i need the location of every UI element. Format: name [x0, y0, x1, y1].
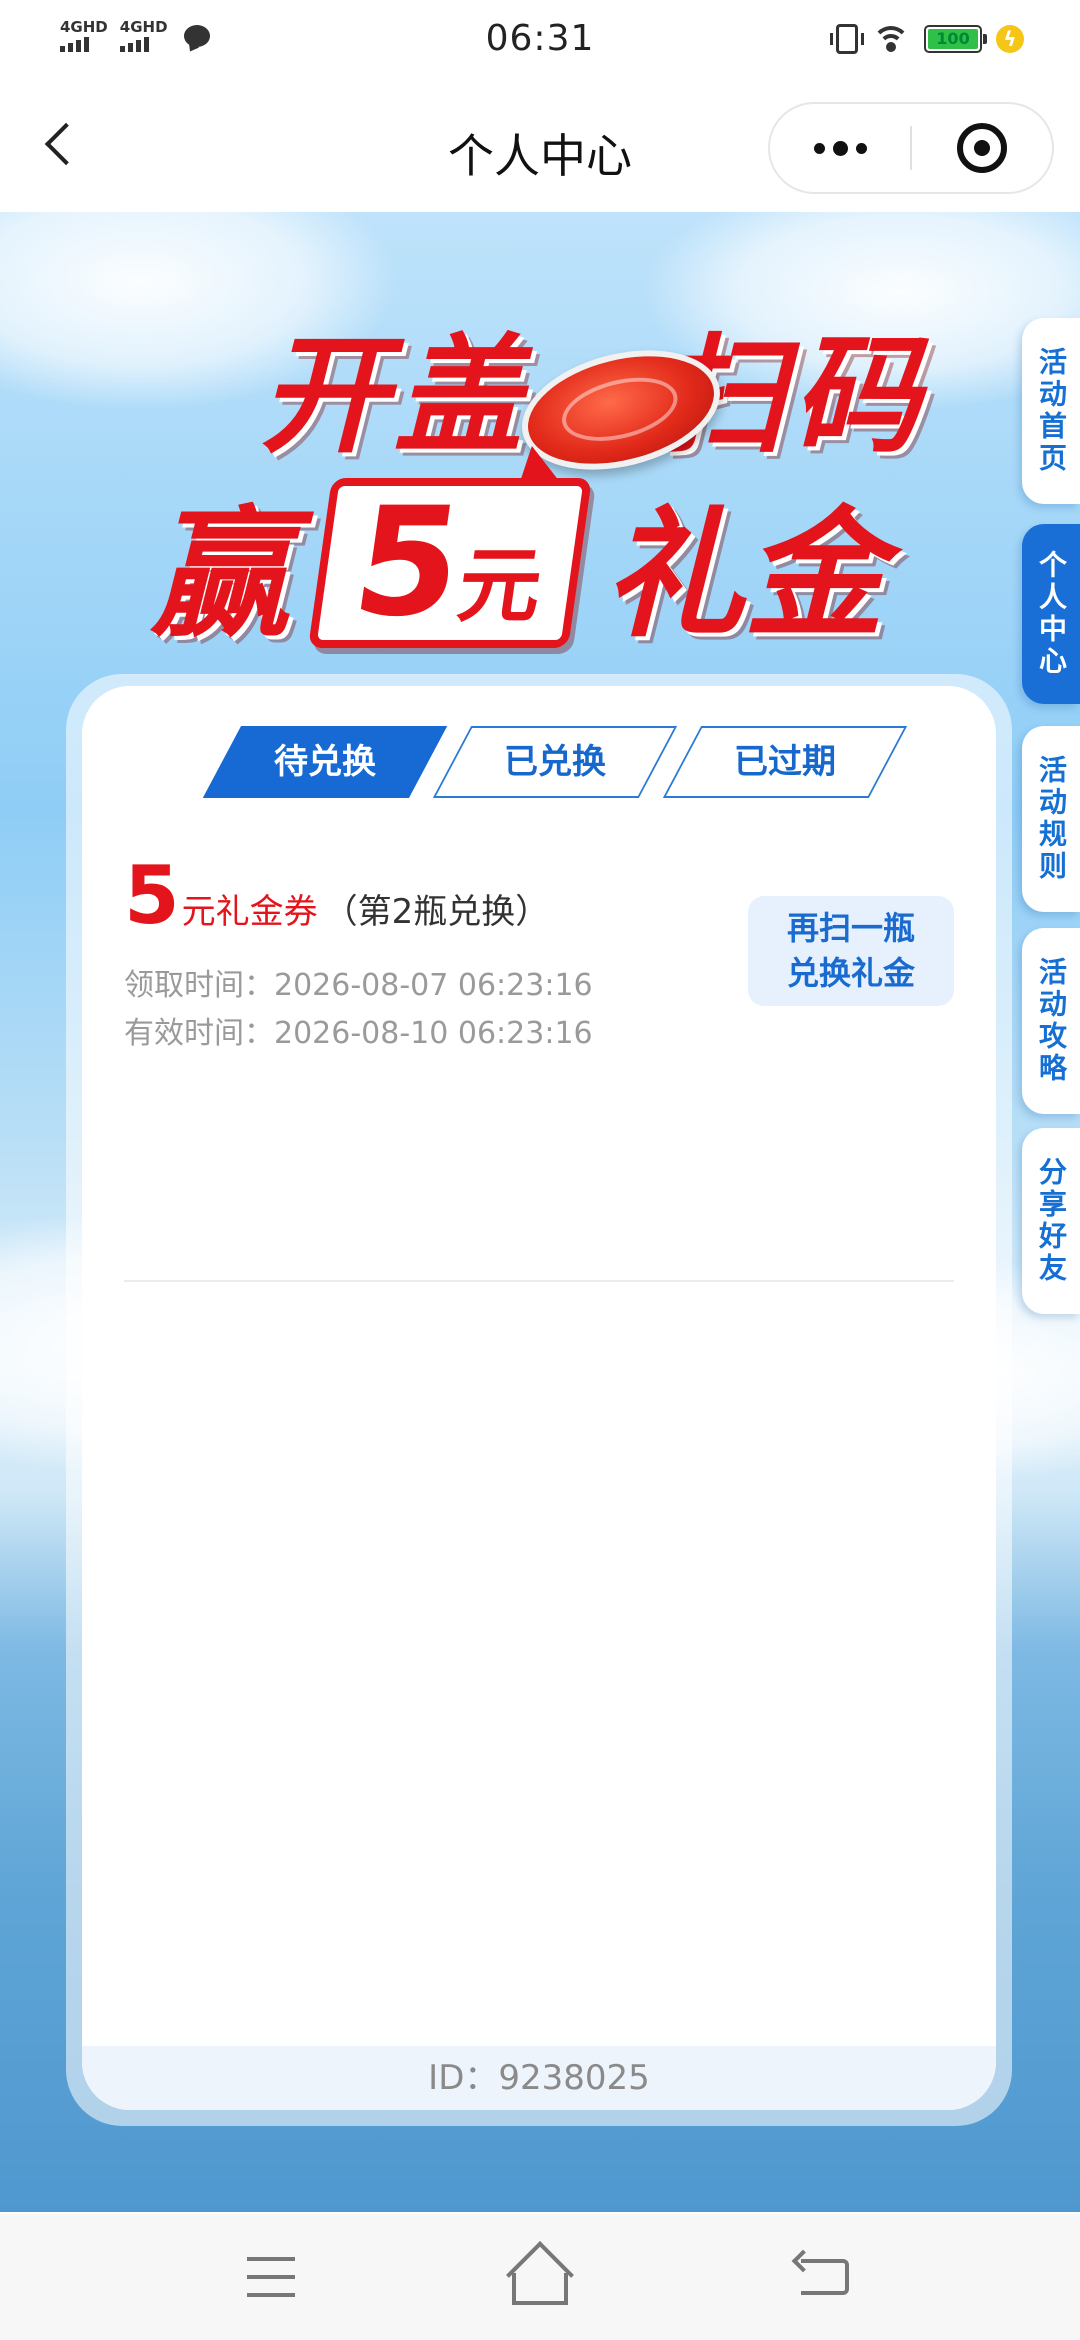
menu-icon[interactable] — [236, 2244, 306, 2310]
side-tab-activity-rules[interactable]: 活动规则 — [1022, 726, 1080, 912]
receive-time-value: 2026-08-07 06:23:16 — [274, 968, 593, 1003]
coupon-divider — [124, 1280, 954, 1282]
coupon-card: 待兑换 已兑换 已过期 5 元礼金券 （第2瓶兑换） 领取时间：2026-08-… — [82, 686, 996, 2110]
coupon-status-tabs: 待兑换 已兑换 已过期 — [82, 726, 996, 806]
coupon-valid-time: 有效时间：2026-08-10 06:23:16 — [124, 1008, 593, 1052]
more-button[interactable] — [770, 104, 910, 192]
side-tab-label: 活动攻略 — [1035, 957, 1068, 1085]
more-dots-icon — [832, 140, 848, 156]
more-dots-icon — [855, 142, 867, 154]
side-tab-activity-guide[interactable]: 活动攻略 — [1022, 928, 1080, 1114]
tab-redeemed-label: 已兑换 — [504, 742, 606, 782]
banner-text-open-cap: 开盖 — [260, 322, 529, 471]
coupon-unit: 元礼金券 — [181, 892, 318, 932]
battery-icon: 100 — [924, 25, 987, 53]
banner-subline: 赢 5 元 礼金 — [150, 462, 884, 664]
side-tab-label: 分享好友 — [1035, 1157, 1068, 1285]
target-close-icon — [956, 123, 1007, 173]
side-tab-label: 活动规则 — [1035, 755, 1068, 883]
coupon-title: 5 元礼金券 （第2瓶兑换） — [124, 856, 549, 936]
coupon-receive-time: 领取时间：2026-08-07 06:23:16 — [124, 960, 593, 1004]
wifi-icon — [872, 24, 910, 54]
banner-text-gift: 礼金 — [604, 494, 885, 657]
scan-again-button[interactable]: 再扫一瓶 兑换礼金 — [748, 896, 954, 1006]
side-tab-label: 活动首页 — [1035, 347, 1068, 475]
vibrate-icon — [830, 24, 864, 54]
side-tab-share-friends[interactable]: 分享好友 — [1022, 1128, 1080, 1314]
status-bar: 4GHD 4GHD 06:31 100 ϟ — [0, 0, 1080, 84]
back-icon — [801, 2259, 849, 2295]
more-dots-icon — [813, 142, 825, 154]
coupon-amount: 5 — [124, 849, 180, 942]
prize-unit: 元 — [452, 538, 548, 634]
tab-pending-label: 待兑换 — [274, 742, 376, 782]
status-right: 100 ϟ — [830, 24, 1024, 54]
scan-again-line1: 再扫一瓶 — [786, 909, 915, 948]
charging-icon: ϟ — [996, 25, 1024, 53]
scan-again-line2: 兑换礼金 — [786, 954, 915, 992]
side-tab-activity-home[interactable]: 活动首页 — [1022, 318, 1080, 504]
banner-text-win: 赢 — [150, 494, 291, 657]
coupon-note: （第2瓶兑换） — [323, 892, 550, 932]
prize-number: 5 — [343, 476, 473, 650]
promo-banner: 开盖 扫码 赢 5 元 礼金 — [0, 272, 1080, 672]
side-tab-personal-center[interactable]: 个人中心 — [1022, 524, 1080, 704]
mini-program-capsule — [768, 102, 1054, 194]
close-button[interactable] — [912, 104, 1052, 192]
main-background: 开盖 扫码 赢 5 元 礼金 活动首页 个人中心 活动规则 活动攻略 分享好友 待… — [0, 212, 1080, 2212]
battery-level: 100 — [928, 29, 978, 49]
receive-time-label: 领取时间： — [124, 968, 274, 1003]
prize-amount-box: 5 元 — [308, 476, 592, 650]
home-icon — [512, 2273, 568, 2305]
system-nav-bar — [0, 2214, 1080, 2340]
side-tab-label: 个人中心 — [1035, 550, 1068, 678]
tab-expired-label: 已过期 — [734, 742, 836, 782]
title-bar: 个人中心 — [0, 84, 1080, 212]
valid-time-label: 有效时间： — [124, 1016, 274, 1051]
user-id: ID：9238025 — [82, 2046, 996, 2110]
back-nav-button[interactable] — [790, 2244, 860, 2310]
valid-time-value: 2026-08-10 06:23:16 — [274, 1016, 593, 1051]
home-button[interactable] — [505, 2244, 575, 2310]
coupon-item: 5 元礼金券 （第2瓶兑换） 领取时间：2026-08-07 06:23:16 … — [124, 856, 954, 1056]
